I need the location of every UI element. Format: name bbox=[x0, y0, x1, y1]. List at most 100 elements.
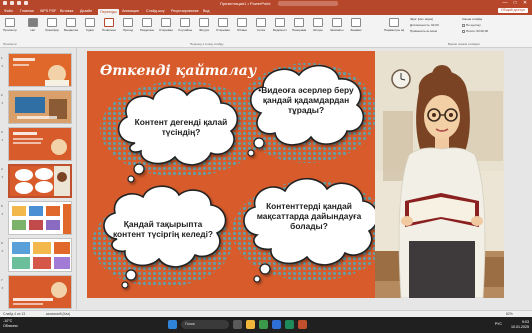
preview-button[interactable]: Просмотр bbox=[3, 18, 17, 32]
effect-icon bbox=[85, 18, 95, 27]
effect-none[interactable]: Нет bbox=[26, 18, 40, 32]
thumbnail-number: 7 bbox=[1, 278, 3, 282]
star-icon: ★ bbox=[1, 175, 4, 179]
effect-icon bbox=[199, 18, 209, 27]
tab-file[interactable]: Файл bbox=[4, 8, 13, 14]
thumbnail-preview bbox=[13, 282, 67, 305]
effect-visibility[interactable]: Видимость bbox=[273, 18, 287, 32]
slide-thumbnails-pane: 1 ★ 2 ★ 3 ★ 4 ★ 5 ★ 6 ★ 7 ★ bbox=[0, 48, 77, 310]
checkbox-icon bbox=[462, 29, 465, 33]
slide-thumbnail-7[interactable] bbox=[8, 275, 72, 309]
effect-icon bbox=[161, 18, 171, 27]
effect-options-button[interactable]: Параметры эффектов bbox=[384, 18, 404, 32]
zoom-level[interactable]: 82% bbox=[506, 312, 513, 316]
effect-grid[interactable]: Сетка bbox=[254, 18, 268, 32]
powerpoint-icon[interactable] bbox=[298, 320, 307, 329]
effect-reveal[interactable]: Открывание bbox=[159, 18, 173, 32]
tab-design[interactable]: Дизайн bbox=[80, 8, 92, 14]
cloud-2-text[interactable]: •Видеоға әсерлер беру қандай қадамдардан… bbox=[251, 85, 361, 115]
tab-slideshow[interactable]: Слайд-шоу bbox=[146, 8, 165, 14]
weather-widget[interactable]: -10°C Облачно bbox=[3, 319, 18, 329]
duration-control[interactable]: Длительность: 02,00 bbox=[410, 23, 439, 27]
slide-thumbnail-6[interactable] bbox=[8, 238, 72, 272]
share-button[interactable]: Общий доступ bbox=[497, 8, 528, 13]
task-view-icon[interactable] bbox=[233, 320, 242, 329]
group-label-preview: Просмотр bbox=[3, 42, 17, 46]
undo-icon[interactable] bbox=[17, 1, 21, 5]
thumbnail-number: 3 bbox=[1, 130, 3, 134]
effect-icon bbox=[28, 18, 38, 27]
current-slide[interactable]: Өткенді қайталау Контент дегенді қалай т… bbox=[87, 51, 504, 298]
minimize-button[interactable]: — bbox=[500, 0, 510, 7]
start-icon[interactable] bbox=[168, 320, 177, 329]
file-explorer-icon[interactable] bbox=[246, 320, 255, 329]
tab-insert[interactable]: Вставка bbox=[60, 8, 73, 14]
effect-morph[interactable]: Трансформация bbox=[45, 18, 59, 32]
redo-icon[interactable] bbox=[24, 1, 28, 5]
ribbon: Просмотр Просмотр Нет Трансформация Выцв… bbox=[0, 15, 532, 48]
slide-title[interactable]: Өткенді қайталау bbox=[100, 63, 256, 79]
maximize-button[interactable]: □ bbox=[510, 0, 520, 7]
tab-home[interactable]: Главная bbox=[20, 8, 34, 14]
effect-shape[interactable]: Фигура bbox=[197, 18, 211, 32]
slide-thumbnail-1[interactable] bbox=[8, 53, 72, 87]
after-control[interactable]: После: 00:00,00 bbox=[462, 29, 488, 33]
slide-editor: Өткенді қайталау Контент дегенді қалай т… bbox=[77, 48, 532, 310]
tab-view[interactable]: Вид bbox=[203, 8, 210, 14]
effect-cloud[interactable]: Облако bbox=[235, 18, 249, 32]
slide-thumbnail-2[interactable] bbox=[8, 90, 72, 124]
cloud-4-text[interactable]: Контенттерді қандай мақсаттарда дайындау… bbox=[249, 201, 369, 231]
slide-thumbnail-5[interactable] bbox=[8, 201, 72, 235]
cloud-3-text[interactable]: Қандай тақырыпта контент түсіргің келеді… bbox=[109, 219, 217, 239]
slide-thumbnail-3[interactable] bbox=[8, 127, 72, 161]
document-title: Презентация1 • PowerPoint bbox=[220, 1, 271, 6]
browser-icon[interactable] bbox=[259, 320, 268, 329]
effect-icon bbox=[256, 18, 266, 27]
excel-icon[interactable] bbox=[285, 320, 294, 329]
tab-wps-pdf[interactable]: WPS PDF bbox=[40, 8, 56, 14]
effect-push[interactable]: Сдвиг bbox=[83, 18, 97, 32]
save-icon[interactable] bbox=[10, 1, 14, 5]
effect-checkerboard[interactable]: Шахматы bbox=[330, 18, 344, 32]
effect-icon bbox=[123, 18, 133, 27]
slide-thumbnail-4[interactable] bbox=[8, 164, 72, 198]
star-icon: ★ bbox=[1, 249, 4, 253]
effect-icon bbox=[104, 18, 114, 27]
language-indicator[interactable]: казахский (Каз) bbox=[46, 312, 70, 316]
search-box[interactable] bbox=[278, 1, 338, 6]
on-click-checkbox[interactable]: По щелчку bbox=[462, 23, 481, 27]
effect-fade[interactable]: Выцветание bbox=[64, 18, 78, 32]
taskbar-clock[interactable]: 9:03 10.01.2025 bbox=[511, 320, 529, 330]
teacher-illustration[interactable] bbox=[375, 51, 504, 298]
thumbnail-preview bbox=[12, 242, 70, 269]
checkbox-icon bbox=[462, 23, 465, 27]
input-language[interactable]: РУС bbox=[495, 322, 502, 326]
effect-icon bbox=[142, 18, 152, 27]
close-button[interactable]: ✕ bbox=[520, 0, 530, 7]
effect-blinds[interactable]: Шторы bbox=[311, 18, 325, 32]
windows-taskbar: -10°C Облачно Поиск РУС 9:03 10.01.2025 bbox=[0, 317, 532, 333]
effect-curtains[interactable]: Занавес bbox=[349, 18, 363, 32]
edge-icon[interactable] bbox=[272, 320, 281, 329]
effect-icon bbox=[218, 18, 228, 27]
taskbar-search[interactable]: Поиск bbox=[181, 320, 229, 329]
thumbnail-preview bbox=[13, 132, 67, 155]
ribbon-tabs: Файл Главная WPS PDF Вставка Дизайн Пере… bbox=[0, 7, 532, 15]
cloud-1-text[interactable]: Контент дегенді қалай түсіндің? bbox=[131, 117, 231, 137]
thumbnail-preview bbox=[15, 166, 70, 196]
effect-wipe[interactable]: Появление bbox=[102, 18, 116, 32]
tab-review[interactable]: Рецензирование bbox=[171, 8, 199, 14]
title-bar: Презентация1 • PowerPoint — □ ✕ bbox=[0, 0, 532, 7]
autosave-icon[interactable] bbox=[3, 1, 7, 5]
effect-icon bbox=[66, 18, 76, 27]
effect-split[interactable]: Разделение bbox=[140, 18, 154, 32]
effect-pass[interactable]: Проход bbox=[121, 18, 135, 32]
effect-pan[interactable]: Панорама bbox=[292, 18, 306, 32]
apply-all-button[interactable]: Применить ко всем bbox=[410, 29, 437, 33]
group-label-transitions: Переход к этому слайду bbox=[190, 42, 224, 46]
star-icon: ★ bbox=[1, 286, 4, 290]
tab-animations[interactable]: Анимация bbox=[122, 8, 139, 14]
effect-random[interactable]: Случайные... bbox=[178, 18, 192, 32]
effect-uncover[interactable]: Открывание bbox=[216, 18, 230, 32]
sound-control[interactable]: Звук: [Нет звука] bbox=[410, 17, 433, 21]
